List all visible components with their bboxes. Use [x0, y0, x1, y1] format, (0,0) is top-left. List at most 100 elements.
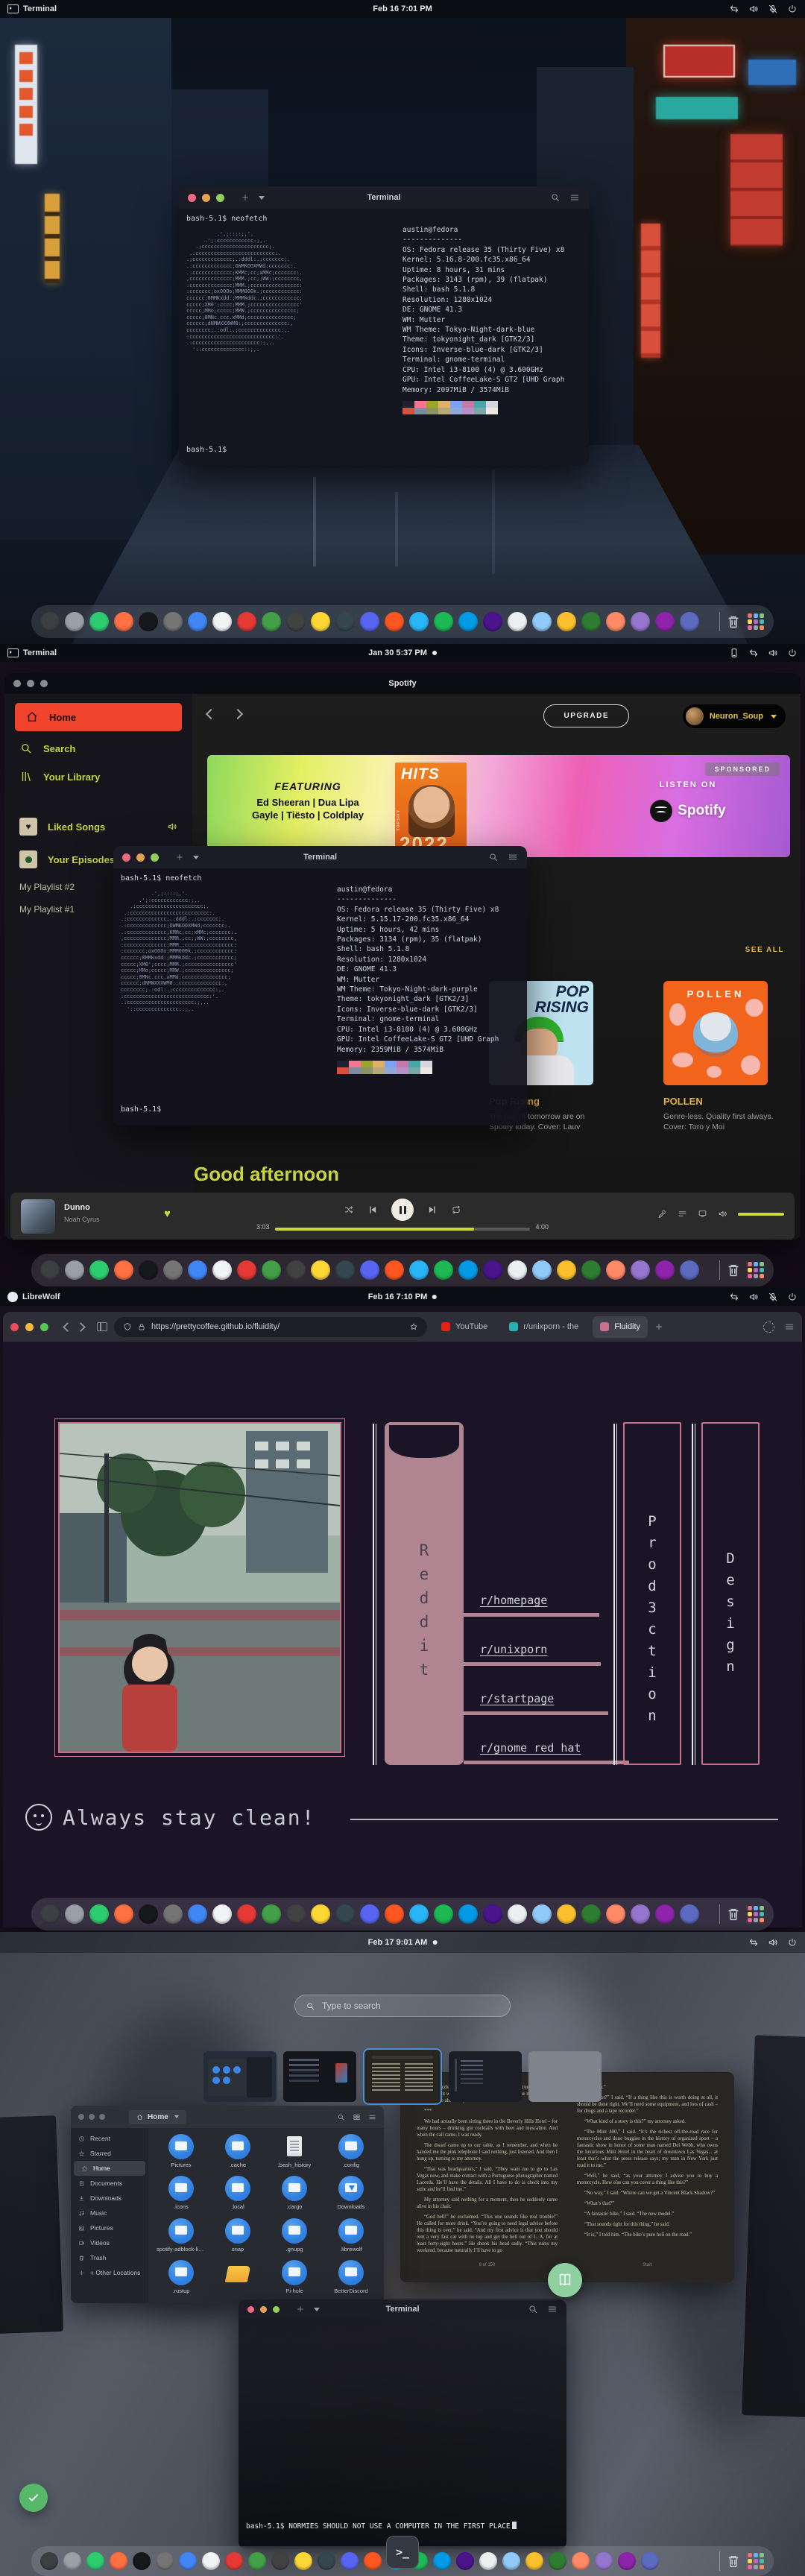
volume-bar[interactable] — [738, 1212, 784, 1216]
dock-app-icon[interactable] — [89, 1904, 109, 1924]
search-bar[interactable]: Type to search — [294, 1995, 511, 2017]
clock[interactable]: Feb 16 7:10 PM — [368, 1292, 438, 1301]
dock-app-icon[interactable] — [139, 1904, 158, 1924]
dock-app-icon[interactable] — [237, 1260, 256, 1280]
app-grid-icon[interactable] — [747, 1905, 765, 1923]
account-icon[interactable] — [763, 1321, 774, 1333]
dock-app-icon[interactable] — [606, 1904, 625, 1924]
dock-app-icon[interactable] — [434, 1904, 453, 1924]
dock-app-icon[interactable] — [508, 1260, 527, 1280]
dock-app-icon[interactable] — [631, 1260, 650, 1280]
app-grid-icon[interactable] — [747, 1261, 765, 1279]
menu-icon[interactable] — [508, 852, 518, 862]
network-icon[interactable] — [729, 1292, 739, 1302]
dock-app-icon[interactable] — [179, 2552, 197, 2570]
dock-app-icon[interactable] — [595, 2552, 613, 2570]
dock-app-icon[interactable] — [549, 2552, 566, 2570]
dock[interactable] — [31, 1254, 774, 1287]
dock-app-icon[interactable] — [364, 2552, 382, 2570]
close-button[interactable] — [122, 853, 130, 862]
file-item[interactable]: Downloads — [323, 2176, 379, 2213]
next-icon[interactable] — [427, 1205, 438, 1215]
queue-icon[interactable] — [678, 1209, 687, 1219]
menu-icon[interactable] — [547, 2304, 558, 2314]
dock-app-icon[interactable] — [40, 2552, 58, 2570]
dock-app-icon[interactable] — [89, 1260, 109, 1280]
dock-app-icon[interactable] — [139, 1260, 158, 1280]
dock-app-icon[interactable] — [262, 1260, 281, 1280]
previous-icon[interactable] — [367, 1205, 378, 1215]
forward-icon[interactable] — [232, 708, 244, 720]
track-artist[interactable]: Noah Cyrus — [64, 1216, 100, 1223]
terminal-titlebar[interactable]: Terminal — [113, 846, 527, 868]
dock-app-icon[interactable] — [335, 1260, 355, 1280]
dock-app-icon[interactable] — [262, 1904, 281, 1924]
dock-app-icon[interactable] — [434, 1260, 453, 1280]
dock-app-icon[interactable] — [508, 612, 527, 631]
dock-app-icon[interactable] — [40, 612, 60, 631]
tab-fluidity[interactable]: Fluidity — [593, 1316, 648, 1338]
dock-app-icon[interactable] — [188, 612, 207, 631]
browser-window[interactable]: https://prettycoffee.github.io/fluidity/… — [3, 1312, 802, 1928]
dock[interactable] — [31, 605, 774, 638]
dock-app-icon[interactable] — [65, 612, 84, 631]
dock-app-icon[interactable] — [133, 2552, 151, 2570]
sidebar-item[interactable]: Videos — [71, 2235, 148, 2250]
sidebar-item[interactable]: Trash — [71, 2250, 148, 2265]
shuffle-icon[interactable] — [344, 1205, 354, 1215]
dock-app-icon[interactable] — [433, 2552, 451, 2570]
clock[interactable]: Jan 30 5:37 PM — [368, 648, 437, 657]
dock-app-icon[interactable] — [163, 1904, 183, 1924]
dock-app-icon[interactable] — [188, 1904, 207, 1924]
volume-icon[interactable] — [768, 648, 778, 658]
minimize-button[interactable] — [25, 1322, 34, 1331]
network-icon[interactable] — [729, 4, 739, 14]
new-tab-icon[interactable] — [296, 2305, 305, 2314]
file-item[interactable]: snap — [209, 2217, 266, 2255]
file-item[interactable] — [209, 2260, 266, 2297]
app-grid-icon[interactable] — [747, 613, 765, 631]
tab-dropdown-icon[interactable] — [314, 2307, 320, 2311]
system-tray[interactable] — [729, 4, 798, 14]
reddit-link[interactable]: r/homepage — [480, 1594, 547, 1607]
mic-muted-icon[interactable] — [768, 4, 778, 14]
close-button[interactable] — [247, 2305, 254, 2313]
sidebar-item-liked-songs[interactable]: ♥ Liked Songs — [4, 810, 192, 843]
dock-app-icon[interactable] — [606, 612, 625, 631]
sidebar-item[interactable]: Documents — [71, 2176, 148, 2191]
dock-app-icon[interactable] — [532, 612, 552, 631]
file-item[interactable]: .cache — [209, 2134, 266, 2171]
search-icon[interactable] — [550, 192, 561, 203]
dock-app-icon[interactable] — [458, 1260, 478, 1280]
maximize-button[interactable] — [273, 2305, 280, 2313]
dock-app-icon[interactable] — [188, 1260, 207, 1280]
dock-app-icon[interactable] — [483, 1904, 502, 1924]
file-item[interactable]: .local — [209, 2176, 266, 2213]
minimize-button[interactable] — [260, 2305, 267, 2313]
trash-icon[interactable] — [725, 2552, 742, 2570]
dock-app-icon[interactable] — [502, 2552, 520, 2570]
dock-app-icon[interactable] — [114, 1904, 133, 1924]
file-item[interactable]: .bash_history — [266, 2134, 323, 2171]
dock-app-icon[interactable] — [286, 1260, 306, 1280]
new-tab-icon[interactable] — [654, 1322, 663, 1331]
window-thumbnail[interactable] — [449, 2051, 522, 2102]
file-item[interactable]: .gnupg — [266, 2217, 323, 2255]
terminal-app-icon[interactable]: >_ — [386, 2536, 419, 2569]
sidebar-item[interactable]: Home — [74, 2161, 145, 2176]
dock-app-icon[interactable] — [360, 612, 379, 631]
close-button[interactable] — [188, 193, 196, 202]
dock-app-icon[interactable] — [139, 612, 158, 631]
terminal-window[interactable]: Terminal bash-5.1$ NORMIES SHOULD NOT US… — [239, 2299, 566, 2549]
dock-app-icon[interactable] — [237, 1904, 256, 1924]
prod3ction-box[interactable]: Prod3ction — [623, 1422, 681, 1765]
dock-app-icon[interactable] — [225, 2552, 243, 2570]
mic-muted-icon[interactable] — [768, 1292, 778, 1302]
file-item[interactable]: .librewolf — [323, 2217, 379, 2255]
dock-app-icon[interactable] — [525, 2552, 543, 2570]
minimize-button[interactable] — [202, 193, 210, 202]
volume-icon[interactable] — [748, 1292, 759, 1302]
reddit-link[interactable]: r/unixporn — [480, 1643, 547, 1656]
file-item[interactable]: Pictures — [153, 2134, 209, 2171]
dock-app-icon[interactable] — [631, 612, 650, 631]
